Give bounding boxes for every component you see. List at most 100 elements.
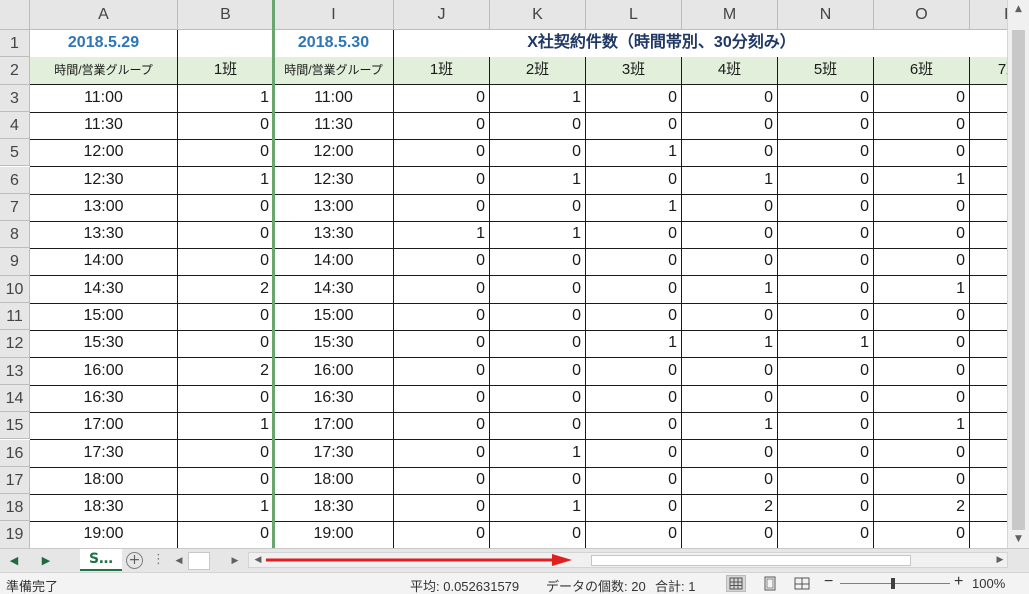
header-group-2[interactable]: 2班 [490, 57, 586, 86]
count-cell[interactable]: 0 [490, 303, 586, 331]
count-cell[interactable]: 0 [394, 357, 490, 386]
count-cell[interactable]: 0 [586, 439, 682, 468]
header-group-1[interactable]: 1班 [394, 57, 490, 86]
row-header[interactable]: 19 [0, 521, 30, 548]
count-cell[interactable]: 0 [178, 193, 274, 222]
count-cell[interactable]: 0 [394, 494, 490, 523]
header-group-b[interactable]: 1班 [178, 57, 274, 86]
time-cell[interactable]: 17:30 [274, 439, 394, 468]
column-header[interactable]: J [394, 0, 490, 30]
row-header[interactable]: 3 [0, 84, 30, 112]
count-cell[interactable]: 0 [586, 303, 682, 331]
count-cell[interactable]: 0 [490, 248, 586, 277]
hscroll-left-icon[interactable]: ◀ [251, 551, 265, 569]
count-cell[interactable]: 0 [874, 330, 970, 359]
count-cell[interactable]: 0 [778, 221, 874, 250]
count-cell[interactable]: 0 [586, 466, 682, 495]
row-header[interactable]: 6 [0, 166, 30, 194]
scroll-down-icon[interactable]: ▼ [1012, 532, 1025, 546]
column-header[interactable]: N [778, 0, 874, 30]
count-cell[interactable]: 0 [778, 166, 874, 195]
time-cell[interactable]: 13:00 [274, 193, 394, 222]
row-header[interactable]: 10 [0, 275, 30, 303]
count-cell[interactable]: 1 [586, 330, 682, 359]
row-header[interactable]: 17 [0, 466, 30, 495]
count-cell[interactable]: 0 [778, 139, 874, 168]
count-cell[interactable]: 0 [778, 111, 874, 140]
time-cell[interactable]: 11:30 [30, 111, 178, 140]
count-cell[interactable]: 0 [178, 466, 274, 495]
time-cell[interactable]: 12:00 [274, 139, 394, 168]
count-cell[interactable]: 0 [394, 466, 490, 495]
count-cell[interactable]: 1 [682, 166, 778, 195]
count-cell[interactable]: 1 [178, 166, 274, 195]
sheet-tab-active[interactable]: S… [80, 549, 122, 571]
count-cell[interactable]: 0 [394, 303, 490, 331]
time-cell[interactable]: 11:00 [274, 84, 394, 113]
count-cell[interactable]: 0 [178, 111, 274, 140]
count-cell[interactable]: 1 [682, 275, 778, 304]
next-sheet-icon[interactable]: ▶ [38, 552, 54, 570]
time-cell[interactable]: 11:30 [274, 111, 394, 140]
count-cell[interactable]: 0 [874, 139, 970, 168]
time-cell[interactable]: 17:30 [30, 439, 178, 468]
row-header[interactable]: 4 [0, 111, 30, 140]
count-cell[interactable]: 0 [178, 384, 274, 413]
time-cell[interactable]: 15:00 [274, 303, 394, 331]
zoom-in-icon[interactable]: + [954, 573, 963, 591]
column-header[interactable]: I [274, 0, 394, 30]
header-group-5[interactable]: 5班 [778, 57, 874, 86]
date-cell-a1[interactable]: 2018.5.29 [30, 30, 178, 58]
table-title-cell[interactable]: X社契約件数（時間帯別、30分刻み） [394, 30, 1029, 58]
count-cell[interactable]: 0 [586, 384, 682, 413]
count-cell[interactable]: 0 [586, 357, 682, 386]
count-cell[interactable]: 0 [586, 521, 682, 548]
cell-b1[interactable] [178, 30, 274, 58]
count-cell[interactable]: 0 [874, 384, 970, 413]
count-cell[interactable]: 0 [490, 466, 586, 495]
count-cell[interactable]: 1 [490, 166, 586, 195]
time-cell[interactable]: 19:00 [274, 521, 394, 548]
count-cell[interactable]: 0 [778, 494, 874, 523]
time-cell[interactable]: 16:00 [274, 357, 394, 386]
count-cell[interactable]: 0 [874, 193, 970, 222]
header-group-6[interactable]: 6班 [874, 57, 970, 86]
count-cell[interactable]: 0 [682, 84, 778, 113]
count-cell[interactable]: 1 [586, 139, 682, 168]
count-cell[interactable]: 0 [586, 166, 682, 195]
count-cell[interactable]: 0 [874, 111, 970, 140]
column-header[interactable]: M [682, 0, 778, 30]
row-header[interactable]: 18 [0, 494, 30, 522]
prev-sheet-icon[interactable]: ◀ [6, 552, 22, 570]
count-cell[interactable]: 0 [778, 275, 874, 304]
count-cell[interactable]: 0 [394, 439, 490, 468]
count-cell[interactable]: 1 [490, 494, 586, 523]
count-cell[interactable]: 0 [490, 193, 586, 222]
count-cell[interactable]: 1 [874, 166, 970, 195]
header-time-group-a[interactable]: 時間/営業グループ [30, 57, 178, 86]
vertical-scrollbar[interactable]: ▲ ▼ [1007, 0, 1029, 548]
page-layout-view-button[interactable] [760, 575, 780, 592]
row-header[interactable]: 9 [0, 248, 30, 276]
count-cell[interactable]: 0 [178, 439, 274, 468]
count-cell[interactable]: 0 [178, 248, 274, 277]
add-sheet-icon[interactable]: + [126, 552, 143, 569]
zoom-level[interactable]: 100% [972, 576, 1005, 591]
time-cell[interactable]: 17:00 [30, 412, 178, 441]
time-cell[interactable]: 14:30 [30, 275, 178, 304]
count-cell[interactable]: 0 [178, 139, 274, 168]
count-cell[interactable]: 1 [490, 221, 586, 250]
time-cell[interactable]: 18:00 [274, 466, 394, 495]
header-group-3[interactable]: 3班 [586, 57, 682, 86]
column-header[interactable]: L [586, 0, 682, 30]
hscroll-right-icon[interactable]: ▶ [993, 551, 1007, 569]
row-header[interactable]: 2 [0, 57, 30, 85]
time-cell[interactable]: 13:30 [30, 221, 178, 250]
scroll-up-icon[interactable]: ▲ [1012, 2, 1025, 16]
count-cell[interactable]: 0 [778, 84, 874, 113]
count-cell[interactable]: 0 [394, 84, 490, 113]
count-cell[interactable]: 0 [778, 357, 874, 386]
count-cell[interactable]: 2 [874, 494, 970, 523]
date-cell-i1[interactable]: 2018.5.30 [274, 30, 394, 58]
count-cell[interactable]: 0 [778, 439, 874, 468]
